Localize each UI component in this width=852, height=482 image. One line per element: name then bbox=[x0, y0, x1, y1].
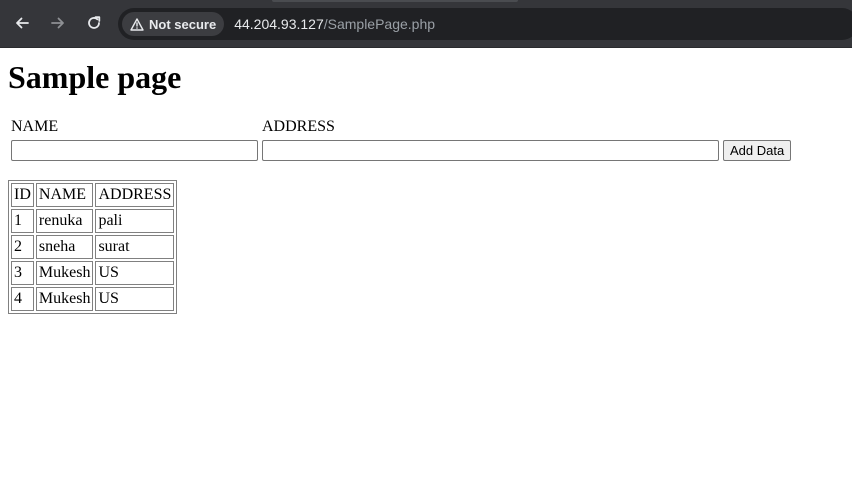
cell-name: Mukesh bbox=[35, 287, 94, 311]
table-row: 1 renuka pali bbox=[11, 209, 175, 233]
column-header-name: NAME bbox=[35, 183, 94, 207]
add-data-button[interactable]: Add Data bbox=[723, 140, 792, 161]
warning-triangle-icon bbox=[130, 17, 144, 31]
url-text[interactable]: 44.204.93.127/SamplePage.php bbox=[234, 16, 435, 32]
cell-id: 1 bbox=[11, 209, 34, 233]
url-host: 44.204.93.127 bbox=[234, 16, 324, 32]
name-input[interactable] bbox=[11, 140, 258, 161]
browser-toolbar: Not secure 44.204.93.127/SamplePage.php bbox=[0, 0, 852, 48]
forward-button[interactable] bbox=[45, 10, 71, 36]
url-path: /SamplePage.php bbox=[323, 16, 436, 32]
page-title: Sample page bbox=[8, 59, 182, 95]
cell-name: Mukesh bbox=[35, 261, 94, 285]
column-header-address: ADDRESS bbox=[95, 183, 175, 207]
page-content: Sample page NAME ADDRESS Add Data ID NAM… bbox=[0, 59, 852, 314]
cell-address: surat bbox=[95, 235, 175, 259]
security-indicator[interactable]: Not secure bbox=[122, 12, 225, 36]
table-row: 4 Mukesh US bbox=[11, 287, 175, 311]
column-header-id: ID bbox=[11, 183, 34, 207]
entry-form: NAME ADDRESS Add Data bbox=[8, 115, 794, 164]
back-button[interactable] bbox=[9, 10, 35, 36]
cell-id: 4 bbox=[11, 287, 34, 311]
arrow-left-icon bbox=[16, 17, 29, 29]
reload-button[interactable] bbox=[81, 10, 107, 36]
table-row: 2 sneha surat bbox=[11, 235, 175, 259]
cell-id: 2 bbox=[11, 235, 34, 259]
address-input[interactable] bbox=[262, 140, 719, 161]
cell-address: pali bbox=[95, 209, 175, 233]
table-header-row: ID NAME ADDRESS bbox=[11, 183, 175, 207]
cell-id: 3 bbox=[11, 261, 34, 285]
cell-name: renuka bbox=[35, 209, 94, 233]
active-tab-edge bbox=[272, 0, 518, 2]
cell-address: US bbox=[95, 287, 175, 311]
address-label: ADDRESS bbox=[262, 118, 335, 135]
cell-name: sneha bbox=[35, 235, 94, 259]
data-table: ID NAME ADDRESS 1 renuka pali 2 sneha su… bbox=[8, 180, 178, 314]
reload-icon bbox=[88, 16, 101, 29]
security-label: Not secure bbox=[149, 16, 217, 32]
cell-address: US bbox=[95, 261, 175, 285]
address-bar[interactable]: Not secure 44.204.93.127/SamplePage.php bbox=[118, 8, 852, 40]
table-row: 3 Mukesh US bbox=[11, 261, 175, 285]
name-label: NAME bbox=[11, 118, 59, 135]
arrow-right-icon bbox=[51, 17, 64, 29]
